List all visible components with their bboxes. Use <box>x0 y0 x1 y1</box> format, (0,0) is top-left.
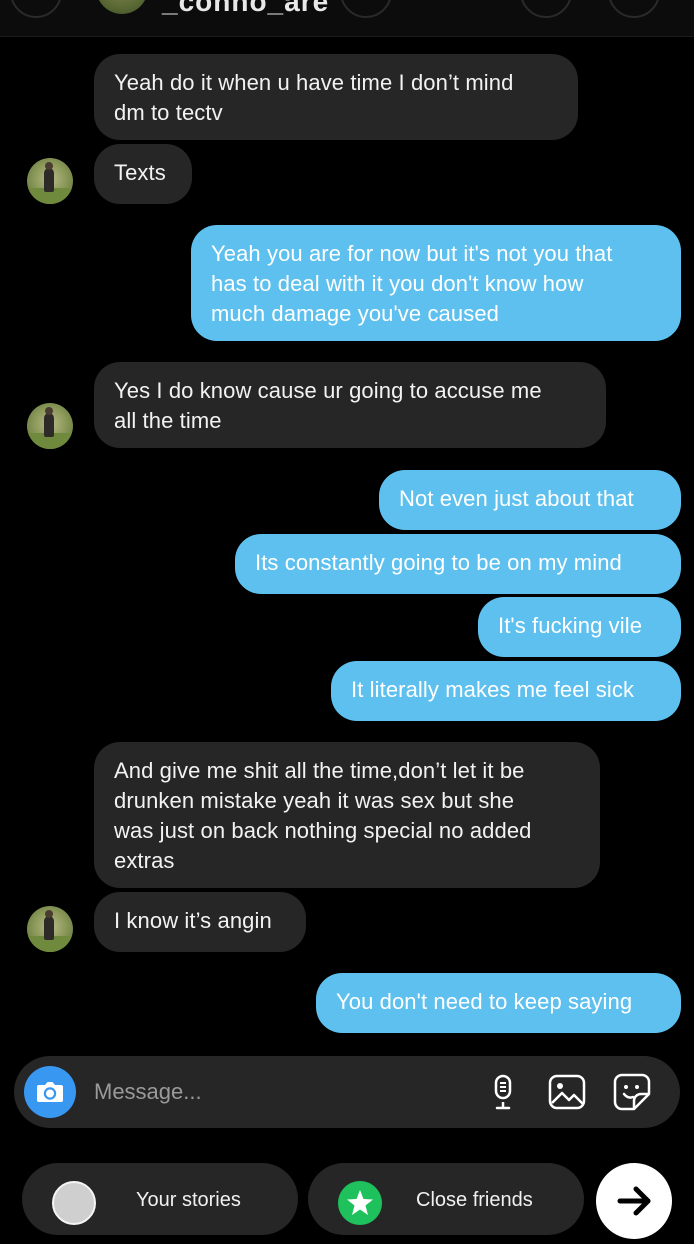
message-bubble-received[interactable]: Texts <box>94 144 192 204</box>
close-friends-label: Close friends <box>416 1189 533 1211</box>
close-friends-star-icon <box>338 1181 382 1225</box>
back-button[interactable] <box>10 0 62 18</box>
message-bubble-received[interactable]: And give me shit all the time,don’t let … <box>94 742 600 888</box>
contact-username[interactable]: _conno_are <box>162 0 329 18</box>
sender-avatar[interactable] <box>27 403 73 449</box>
info-icon[interactable] <box>608 0 660 18</box>
video-call-icon[interactable] <box>520 0 572 18</box>
message-bubble-sent[interactable]: Its constantly going to be on my mind <box>235 534 681 594</box>
message-composer <box>14 1056 680 1128</box>
chat-header: _conno_are <box>0 0 694 37</box>
microphone-icon[interactable] <box>483 1072 523 1112</box>
header-icon[interactable] <box>340 0 392 18</box>
arrow-right-icon <box>617 1186 651 1216</box>
message-bubble-sent[interactable]: It's fucking vile <box>478 597 681 657</box>
message-bubble-received[interactable]: Yes I do know cause ur going to accuse m… <box>94 362 606 448</box>
message-bubble-sent[interactable]: You don't need to keep saying <box>316 973 681 1033</box>
sender-avatar[interactable] <box>27 906 73 952</box>
sticker-icon[interactable] <box>612 1072 652 1112</box>
header-avatar[interactable] <box>96 0 148 14</box>
camera-button[interactable] <box>24 1066 76 1118</box>
chat-thread: _conno_are Yeah do it when u have time I… <box>0 0 694 1239</box>
message-bubble-sent[interactable]: Yeah you are for now but it's not you th… <box>191 225 681 341</box>
message-bubble-sent[interactable]: Not even just about that <box>379 470 681 530</box>
message-input[interactable] <box>94 1074 474 1110</box>
message-bubble-received[interactable]: Yeah do it when u have time I don’t mind… <box>94 54 578 140</box>
message-bubble-received[interactable]: I know it’s angin <box>94 892 306 952</box>
message-bubble-sent[interactable]: It literally makes me feel sick <box>331 661 681 721</box>
your-stories-label: Your stories <box>136 1189 241 1211</box>
gallery-icon[interactable] <box>547 1072 587 1112</box>
share-arrow-button[interactable] <box>596 1163 672 1239</box>
close-friends-button[interactable]: Close friends <box>308 1163 584 1235</box>
sender-avatar[interactable] <box>27 158 73 204</box>
camera-icon <box>37 1082 63 1102</box>
your-stories-button[interactable]: Your stories <box>22 1163 298 1235</box>
profile-avatar <box>52 1181 96 1225</box>
